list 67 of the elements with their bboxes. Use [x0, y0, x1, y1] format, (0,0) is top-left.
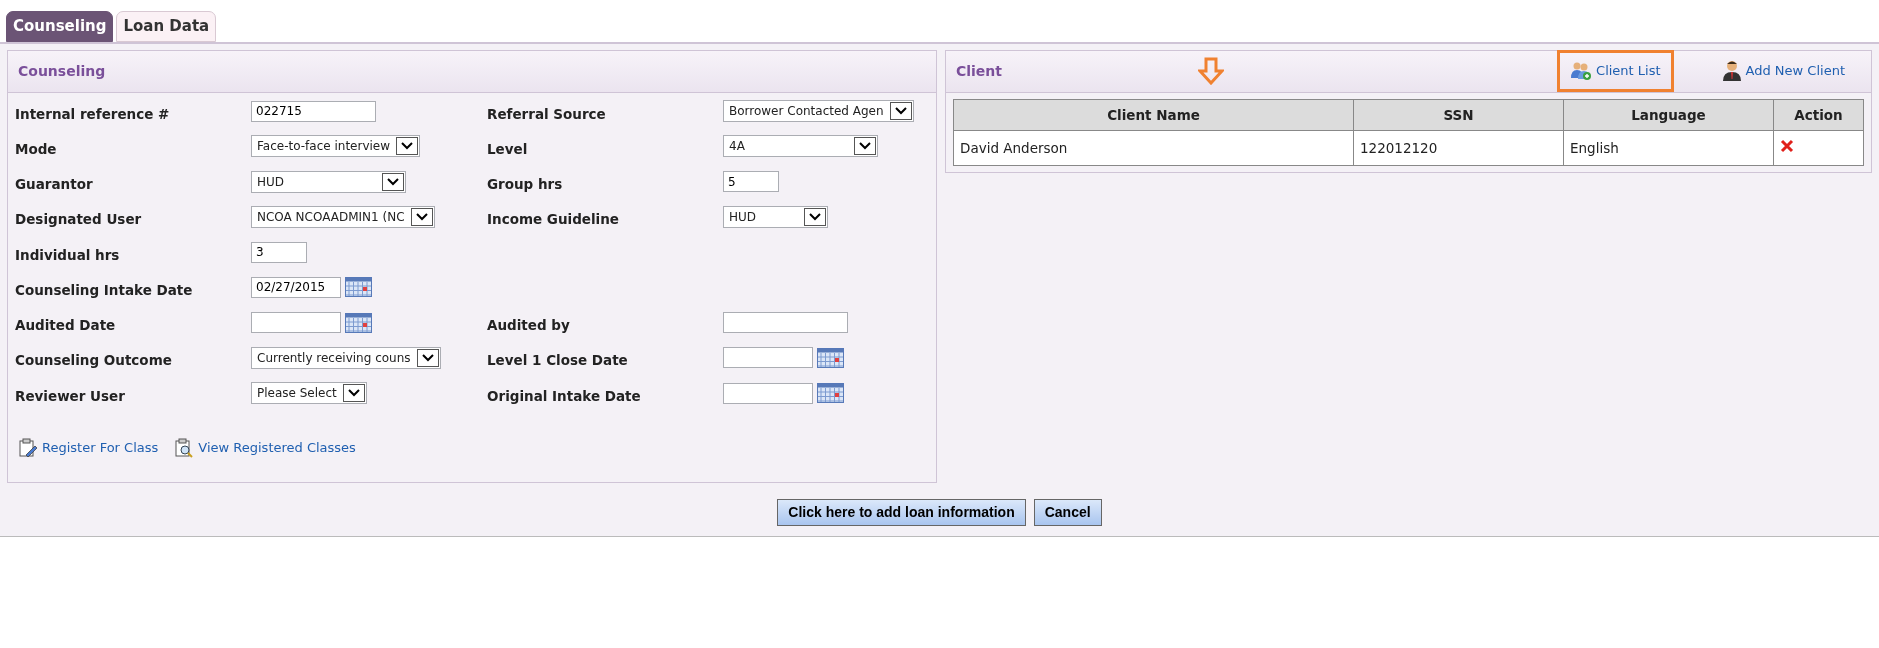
column-header: Action — [1773, 99, 1864, 131]
field-label: Mode — [15, 139, 58, 159]
date-field[interactable] — [723, 382, 813, 404]
calendar-icon[interactable] — [817, 347, 844, 368]
dropdown[interactable]: 4A — [723, 135, 878, 158]
date-field[interactable]: 02/27/2015 — [251, 276, 341, 298]
field-label: Designated User — [15, 210, 143, 230]
section-title: Counseling — [18, 62, 106, 79]
link[interactable]: Register For Class — [42, 438, 159, 458]
table-cell: English — [1563, 130, 1774, 166]
caret-icon[interactable] — [804, 207, 826, 226]
caret-icon[interactable] — [382, 172, 404, 191]
dropdown[interactable]: NCOA NCOAADMIN1 (NC — [251, 205, 435, 228]
column-header: Language — [1563, 99, 1774, 131]
table-cell: 122012120 — [1353, 130, 1564, 166]
dropdown[interactable]: Currently receiving couns — [251, 346, 441, 369]
delete-icon[interactable] — [1779, 138, 1794, 153]
tab[interactable]: Loan Data — [116, 11, 217, 42]
caret-icon[interactable] — [889, 102, 912, 121]
input-field[interactable] — [723, 312, 848, 334]
field-label: Original Intake Date — [487, 386, 642, 406]
clipboard-magnifier-icon[interactable] — [174, 437, 195, 458]
field-label: Income Guideline — [487, 210, 620, 230]
caret-icon[interactable] — [854, 137, 876, 156]
dropdown[interactable]: HUD — [251, 170, 406, 193]
person-icon[interactable] — [1721, 60, 1742, 82]
table-cell: David Anderson — [953, 130, 1354, 166]
field-label: Reviewer User — [15, 386, 126, 406]
date-field[interactable] — [723, 347, 813, 369]
field-label: Counseling Outcome — [15, 351, 173, 371]
caret-icon[interactable] — [410, 207, 433, 226]
input-field[interactable]: 022715 — [251, 100, 376, 122]
field-label: Audited by — [487, 316, 571, 335]
date-field[interactable] — [251, 312, 341, 334]
field-label: Internal reference # — [15, 104, 171, 124]
dropdown[interactable]: HUD — [723, 205, 828, 228]
field-label: Level 1 Close Date — [487, 351, 629, 371]
field-label: Counseling Intake Date — [15, 280, 194, 300]
calendar-icon[interactable] — [345, 312, 372, 333]
caret-icon[interactable] — [342, 384, 365, 403]
link[interactable]: Add New Client — [1745, 61, 1845, 81]
people-add-icon[interactable] — [1570, 61, 1593, 81]
dropdown[interactable]: Please Select — [251, 382, 367, 405]
field-label: Level — [487, 139, 529, 159]
clipboard-pencil-icon[interactable] — [18, 437, 38, 458]
calendar-icon[interactable] — [345, 277, 372, 298]
caret-icon[interactable] — [396, 137, 419, 156]
dropdown[interactable]: Face-to-face interview — [251, 135, 421, 158]
dropdown[interactable]: Borrower Contacted Agen — [723, 100, 914, 123]
link[interactable]: View Registered Classes — [198, 438, 356, 458]
field-label: Referral Source — [487, 104, 607, 124]
field-label: Individual hrs — [15, 245, 121, 265]
tab[interactable]: Counseling — [6, 11, 114, 42]
down-arrow-icon — [1198, 57, 1225, 85]
link[interactable]: Client List — [1596, 61, 1661, 81]
button[interactable]: Cancel — [1033, 498, 1102, 526]
field-label: Audited Date — [15, 316, 117, 335]
field-label: Guarantor — [15, 175, 94, 194]
button[interactable]: Click here to add loan information — [777, 498, 1026, 526]
input-field[interactable]: 5 — [723, 171, 779, 193]
field-label: Group hrs — [487, 175, 564, 194]
column-header: SSN — [1353, 99, 1564, 131]
section-title: Client — [956, 61, 1003, 81]
caret-icon[interactable] — [416, 348, 439, 367]
calendar-icon[interactable] — [817, 383, 844, 404]
column-header: Client Name — [953, 99, 1354, 131]
input-field[interactable]: 3 — [251, 241, 307, 263]
